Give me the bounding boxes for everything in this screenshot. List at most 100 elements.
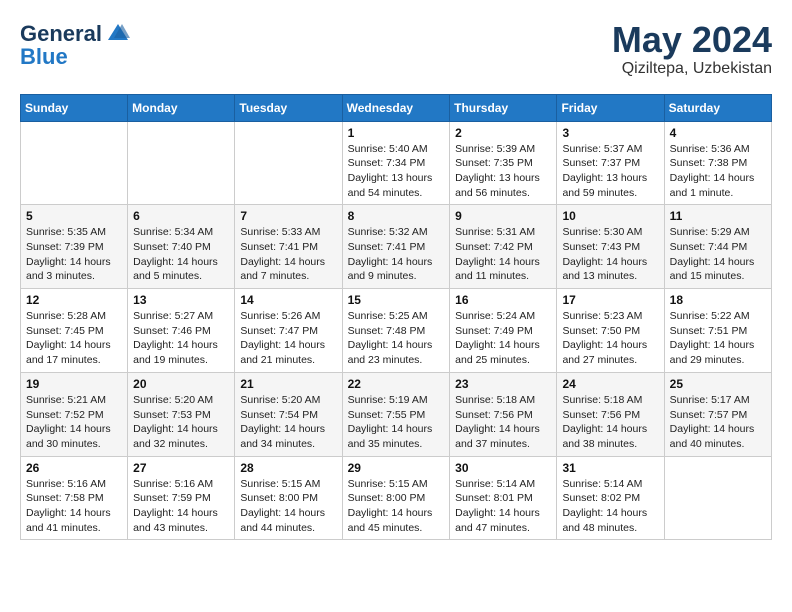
day-number: 31 — [562, 461, 658, 475]
day-info: Sunrise: 5:39 AMSunset: 7:35 PMDaylight:… — [455, 142, 551, 201]
calendar-week-row: 5Sunrise: 5:35 AMSunset: 7:39 PMDaylight… — [21, 205, 772, 289]
logo: General Blue — [20, 20, 132, 70]
day-info: Sunrise: 5:15 AMSunset: 8:00 PMDaylight:… — [240, 477, 336, 536]
day-number: 14 — [240, 293, 336, 307]
calendar-day-cell: 29Sunrise: 5:15 AMSunset: 8:00 PMDayligh… — [342, 456, 450, 540]
calendar-day-cell: 9 Sunrise: 5:31 AMSunset: 7:42 PMDaylight… — [450, 205, 557, 289]
calendar-week-row: 26 Sunrise: 5:16 AMSunset: 7:58 PMDayligh… — [21, 456, 772, 540]
day-number: 10 — [562, 209, 658, 223]
calendar-day-cell: 1 Sunrise: 5:40 AMSunset: 7:34 PMDaylight… — [342, 121, 450, 205]
calendar-day-cell: 17Sunrise: 5:23 AMSunset: 7:50 PMDayligh… — [557, 289, 664, 373]
day-number: 8 — [348, 209, 445, 223]
month-year-title: May 2024 — [612, 20, 772, 60]
day-of-week-header: Saturday — [664, 94, 771, 121]
calendar-day-cell: 14Sunrise: 5:26 AMSunset: 7:47 PMDayligh… — [235, 289, 342, 373]
day-info: Sunrise: 5:23 AMSunset: 7:50 PMDaylight:… — [562, 309, 658, 368]
day-info: Sunrise: 5:18 AMSunset: 7:56 PMDaylight:… — [455, 393, 551, 452]
calendar-day-cell: 31 Sunrise: 5:14 AMSunset: 8:02 PMDayligh… — [557, 456, 664, 540]
calendar-day-cell: 26 Sunrise: 5:16 AMSunset: 7:58 PMDayligh… — [21, 456, 128, 540]
day-info: Sunrise: 5:33 AMSunset: 7:41 PMDaylight:… — [240, 225, 336, 284]
day-info: Sunrise: 5:14 AMSunset: 8:01 PMDaylight:… — [455, 477, 551, 536]
calendar-day-cell: 10Sunrise: 5:30 AMSunset: 7:43 PMDayligh… — [557, 205, 664, 289]
days-of-week-row: SundayMondayTuesdayWednesdayThursdayFrid… — [21, 94, 772, 121]
calendar-week-row: 12Sunrise: 5:28 AMSunset: 7:45 PMDayligh… — [21, 289, 772, 373]
day-number: 15 — [348, 293, 445, 307]
calendar-day-cell: 18 Sunrise: 5:22 AMSunset: 7:51 PMDayligh… — [664, 289, 771, 373]
day-info: Sunrise: 5:21 AMSunset: 7:52 PMDaylight:… — [26, 393, 122, 452]
calendar-day-cell: 11Sunrise: 5:29 AMSunset: 7:44 PMDayligh… — [664, 205, 771, 289]
day-info: Sunrise: 5:27 AMSunset: 7:46 PMDaylight:… — [133, 309, 229, 368]
day-number: 12 — [26, 293, 122, 307]
day-info: Sunrise: 5:24 AMSunset: 7:49 PMDaylight:… — [455, 309, 551, 368]
day-number: 24 — [562, 377, 658, 391]
day-info: Sunrise: 5:20 AMSunset: 7:53 PMDaylight:… — [133, 393, 229, 452]
day-info: Sunrise: 5:19 AMSunset: 7:55 PMDaylight:… — [348, 393, 445, 452]
day-of-week-header: Friday — [557, 94, 664, 121]
day-number: 5 — [26, 209, 122, 223]
day-number: 3 — [562, 126, 658, 140]
day-of-week-header: Thursday — [450, 94, 557, 121]
day-of-week-header: Monday — [128, 94, 235, 121]
day-info: Sunrise: 5:16 AMSunset: 7:58 PMDaylight:… — [26, 477, 122, 536]
day-info: Sunrise: 5:31 AMSunset: 7:42 PMDaylight:… — [455, 225, 551, 284]
day-number: 9 — [455, 209, 551, 223]
day-number: 1 — [348, 126, 445, 140]
day-info: Sunrise: 5:15 AMSunset: 8:00 PMDaylight:… — [348, 477, 445, 536]
calendar-header: SundayMondayTuesdayWednesdayThursdayFrid… — [21, 94, 772, 121]
calendar-week-row: 19 Sunrise: 5:21 AMSunset: 7:52 PMDayligh… — [21, 372, 772, 456]
day-number: 26 — [26, 461, 122, 475]
day-number: 13 — [133, 293, 229, 307]
day-info: Sunrise: 5:25 AMSunset: 7:48 PMDaylight:… — [348, 309, 445, 368]
calendar-day-cell: 19 Sunrise: 5:21 AMSunset: 7:52 PMDayligh… — [21, 372, 128, 456]
calendar-day-cell: 3Sunrise: 5:37 AMSunset: 7:37 PMDaylight… — [557, 121, 664, 205]
day-info: Sunrise: 5:40 AMSunset: 7:34 PMDaylight:… — [348, 142, 445, 201]
day-number: 25 — [670, 377, 766, 391]
calendar-day-cell: 23 Sunrise: 5:18 AMSunset: 7:56 PMDayligh… — [450, 372, 557, 456]
calendar-day-cell: 21Sunrise: 5:20 AMSunset: 7:54 PMDayligh… — [235, 372, 342, 456]
logo-icon — [104, 20, 132, 48]
day-info: Sunrise: 5:22 AMSunset: 7:51 PMDaylight:… — [670, 309, 766, 368]
day-number: 30 — [455, 461, 551, 475]
day-number: 11 — [670, 209, 766, 223]
day-number: 28 — [240, 461, 336, 475]
day-info: Sunrise: 5:17 AMSunset: 7:57 PMDaylight:… — [670, 393, 766, 452]
day-info: Sunrise: 5:36 AMSunset: 7:38 PMDaylight:… — [670, 142, 766, 201]
day-number: 19 — [26, 377, 122, 391]
calendar-day-cell: 30 Sunrise: 5:14 AMSunset: 8:01 PMDayligh… — [450, 456, 557, 540]
day-number: 23 — [455, 377, 551, 391]
calendar-day-cell — [21, 121, 128, 205]
calendar-day-cell: 24 Sunrise: 5:18 AMSunset: 7:56 PMDayligh… — [557, 372, 664, 456]
day-info: Sunrise: 5:18 AMSunset: 7:56 PMDaylight:… — [562, 393, 658, 452]
calendar-day-cell: 4 Sunrise: 5:36 AMSunset: 7:38 PMDaylight… — [664, 121, 771, 205]
calendar-day-cell: 25 Sunrise: 5:17 AMSunset: 7:57 PMDayligh… — [664, 372, 771, 456]
calendar-day-cell: 20 Sunrise: 5:20 AMSunset: 7:53 PMDayligh… — [128, 372, 235, 456]
day-of-week-header: Tuesday — [235, 94, 342, 121]
calendar-day-cell: 13 Sunrise: 5:27 AMSunset: 7:46 PMDayligh… — [128, 289, 235, 373]
day-number: 16 — [455, 293, 551, 307]
location-subtitle: Qiziltepa, Uzbekistan — [612, 60, 772, 78]
calendar-body: 1 Sunrise: 5:40 AMSunset: 7:34 PMDaylight… — [21, 121, 772, 540]
day-number: 4 — [670, 126, 766, 140]
calendar-day-cell: 22 Sunrise: 5:19 AMSunset: 7:55 PMDayligh… — [342, 372, 450, 456]
day-number: 7 — [240, 209, 336, 223]
logo-blue-text: Blue — [20, 44, 68, 70]
day-number: 2 — [455, 126, 551, 140]
calendar-day-cell — [664, 456, 771, 540]
day-info: Sunrise: 5:16 AMSunset: 7:59 PMDaylight:… — [133, 477, 229, 536]
title-area: May 2024 Qiziltepa, Uzbekistan — [612, 20, 772, 78]
calendar-table: SundayMondayTuesdayWednesdayThursdayFrid… — [20, 94, 772, 541]
day-info: Sunrise: 5:14 AMSunset: 8:02 PMDaylight:… — [562, 477, 658, 536]
calendar-day-cell: 2 Sunrise: 5:39 AMSunset: 7:35 PMDaylight… — [450, 121, 557, 205]
day-info: Sunrise: 5:34 AMSunset: 7:40 PMDaylight:… — [133, 225, 229, 284]
day-number: 20 — [133, 377, 229, 391]
day-info: Sunrise: 5:32 AMSunset: 7:41 PMDaylight:… — [348, 225, 445, 284]
calendar-day-cell — [235, 121, 342, 205]
calendar-day-cell: 28 Sunrise: 5:15 AMSunset: 8:00 PMDayligh… — [235, 456, 342, 540]
day-number: 6 — [133, 209, 229, 223]
day-number: 22 — [348, 377, 445, 391]
page-header: General Blue May 2024 Qiziltepa, Uzbekis… — [20, 20, 772, 78]
day-info: Sunrise: 5:20 AMSunset: 7:54 PMDaylight:… — [240, 393, 336, 452]
day-number: 27 — [133, 461, 229, 475]
day-number: 18 — [670, 293, 766, 307]
calendar-day-cell: 7 Sunrise: 5:33 AMSunset: 7:41 PMDaylight… — [235, 205, 342, 289]
